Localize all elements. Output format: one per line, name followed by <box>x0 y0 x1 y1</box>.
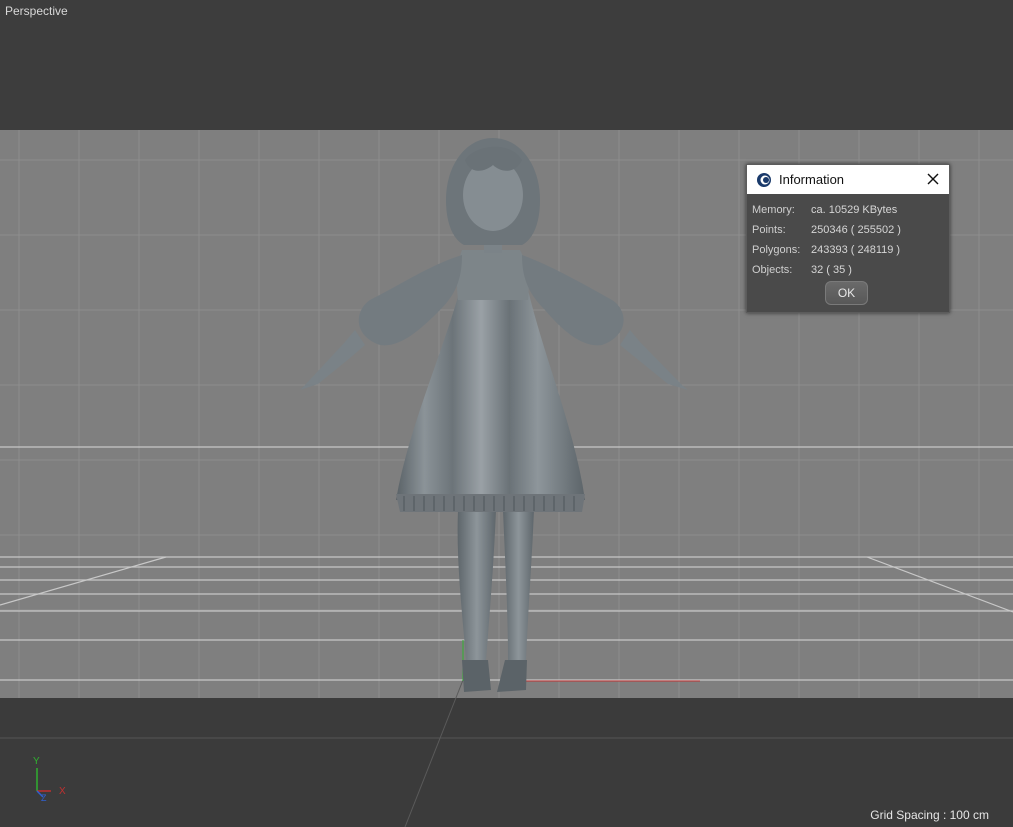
info-row-objects: Objects: 32 ( 35 ) <box>747 260 949 280</box>
information-dialog: Information Memory: ca. 10529 KBytes Poi… <box>746 164 950 313</box>
info-row-points: Points: 250346 ( 255502 ) <box>747 220 949 240</box>
info-value: 243393 ( 248119 ) <box>811 244 901 256</box>
3d-viewport[interactable]: Perspective Y Z X Grid Spacing : 100 cm … <box>0 0 1013 827</box>
floor-plane <box>0 698 1013 827</box>
dialog-title: Information <box>779 172 845 187</box>
viewport-scene <box>0 0 1013 827</box>
info-row-polygons: Polygons: 243393 ( 248119 ) <box>747 240 949 260</box>
dialog-info-rows: Memory: ca. 10529 KBytes Points: 250346 … <box>747 194 949 280</box>
axis-gizmo-y-label: Y <box>33 756 40 767</box>
info-label: Polygons: <box>752 244 801 256</box>
cinema4d-logo-icon <box>757 172 771 187</box>
info-label: Objects: <box>752 264 793 276</box>
axis-gizmo: Y Z X <box>33 756 66 803</box>
info-value: 250346 ( 255502 ) <box>811 224 901 236</box>
viewport-label: Perspective <box>5 4 68 18</box>
grid-spacing-label: Grid Spacing : 100 cm <box>870 808 989 822</box>
upper-background <box>0 0 1013 130</box>
ok-button[interactable]: OK <box>825 281 868 305</box>
info-label: Points: <box>752 224 786 236</box>
info-value: ca. 10529 KBytes <box>811 204 898 216</box>
axis-gizmo-z-label: Z <box>41 793 47 803</box>
dialog-titlebar[interactable]: Information <box>747 165 949 194</box>
close-icon[interactable] <box>925 171 941 187</box>
info-value: 32 ( 35 ) <box>811 264 852 276</box>
info-label: Memory: <box>752 204 795 216</box>
info-row-memory: Memory: ca. 10529 KBytes <box>747 200 949 220</box>
axis-gizmo-x-label: X <box>59 786 66 797</box>
